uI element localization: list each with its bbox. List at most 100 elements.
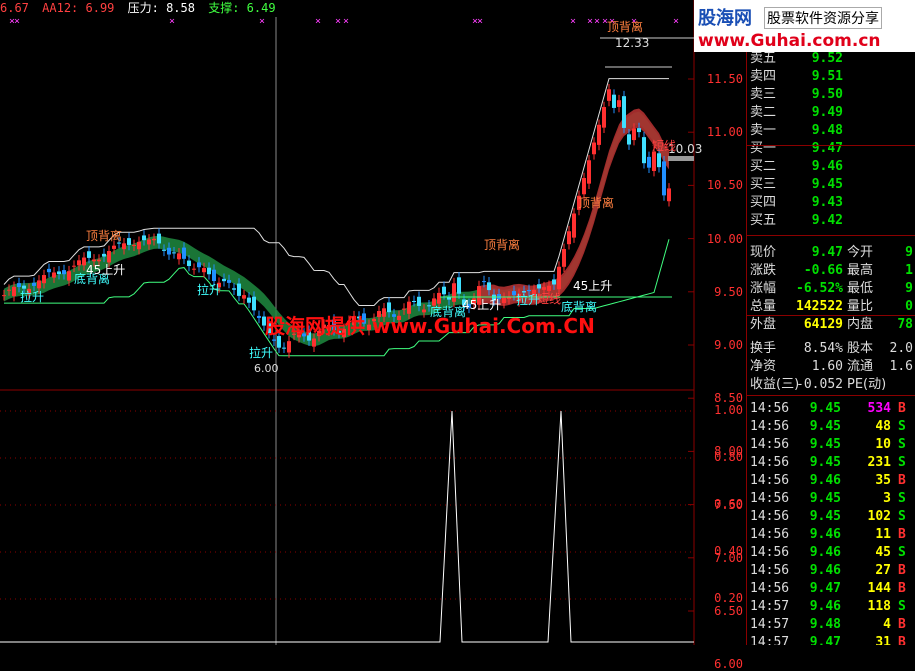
fund-label: 净资 xyxy=(750,359,777,374)
candle-body xyxy=(452,283,456,302)
price-tick: 9.00 xyxy=(714,338,743,352)
candle-body xyxy=(502,297,506,304)
candle-body xyxy=(32,282,36,286)
tick-price: 9.47 xyxy=(809,581,841,596)
candle-body xyxy=(42,275,46,284)
signal-rise45: 45上升 xyxy=(573,279,613,293)
tick-volume: 10 xyxy=(875,437,891,452)
book-label: 卖一 xyxy=(750,123,777,138)
quote-row: 涨幅 -6.52% 最低 9 xyxy=(747,280,915,298)
aa12-value: AA12: 6.99 xyxy=(42,1,115,15)
candle-body xyxy=(47,268,51,273)
bid-row[interactable]: 买四 9.43 xyxy=(747,194,915,212)
fund-label: 换手 xyxy=(750,341,777,356)
candle-body xyxy=(272,339,276,341)
quote-label: 现价 xyxy=(750,245,777,260)
fund-value2: 2.0 xyxy=(889,341,913,356)
tick-side: B xyxy=(898,617,906,632)
tick-side: S xyxy=(898,419,906,434)
tick-side: S xyxy=(898,455,906,470)
ask-row[interactable]: 卖二 9.49 xyxy=(747,104,915,122)
candle-body xyxy=(287,341,291,353)
candle-body xyxy=(232,288,236,290)
tick-time: 14:56 xyxy=(750,491,790,506)
candle-body xyxy=(62,270,66,275)
brand-url[interactable]: www.Guhai.com.cn xyxy=(698,31,881,51)
top-marker: × xyxy=(594,16,600,27)
quote-value: 9.47 xyxy=(811,245,843,260)
tick-side: B xyxy=(898,563,906,578)
fund-value2: 1.6 xyxy=(889,359,913,374)
candle-body xyxy=(207,267,211,275)
ask-row[interactable]: 卖五 9.52 xyxy=(747,50,915,68)
ask-row[interactable]: 卖四 9.51 xyxy=(747,68,915,86)
candle-body xyxy=(412,301,416,303)
low-price-label: 6.00 xyxy=(254,362,279,375)
candle-body xyxy=(282,347,286,349)
candle-body xyxy=(172,252,176,254)
tick-time: 14:56 xyxy=(750,509,790,524)
candle-body xyxy=(127,238,131,245)
bid-row[interactable]: 买三 9.45 xyxy=(747,176,915,194)
osc-tick: 0.60 xyxy=(714,497,743,511)
candle-body xyxy=(187,260,191,267)
bid-row[interactable]: 买五 9.42 xyxy=(747,212,915,230)
tick-price: 9.45 xyxy=(809,437,841,452)
osc-tick: 0.40 xyxy=(714,544,743,558)
tick-price: 9.45 xyxy=(809,401,841,416)
quote-row: 现价 9.47 今开 9 xyxy=(747,244,915,262)
ask-row[interactable]: 卖三 9.50 xyxy=(747,86,915,104)
fund-value: 1.60 xyxy=(811,359,843,374)
candle-body xyxy=(552,279,556,285)
candle-body xyxy=(592,142,596,155)
bid-row[interactable]: 买一 9.47 xyxy=(747,140,915,158)
tick-volume: 534 xyxy=(867,401,891,416)
top-marker: × xyxy=(315,16,321,27)
tick-price: 9.45 xyxy=(809,509,841,524)
top-marker: × xyxy=(673,16,679,27)
candle-body xyxy=(417,296,421,306)
top-marker: × xyxy=(14,16,20,27)
quote-label: 涨跌 xyxy=(750,263,777,278)
tick-price: 9.46 xyxy=(809,545,841,560)
price-tick: 10.00 xyxy=(706,231,743,246)
high-price-label: 12.33 xyxy=(615,36,650,50)
ma-value: 6.67 xyxy=(0,1,29,15)
tick-price: 9.45 xyxy=(809,455,841,470)
brand-banner[interactable]: 股海网 股票软件资源分享 www.Guhai.com.cn xyxy=(694,0,915,52)
tick-time: 14:57 xyxy=(750,599,790,614)
candle-body xyxy=(142,235,146,241)
ask-row[interactable]: 卖一 9.48 xyxy=(747,122,915,140)
quote-label: 涨幅 xyxy=(750,281,777,296)
candle-body xyxy=(487,282,491,291)
candle-body xyxy=(447,297,451,300)
quote-value2: 78 xyxy=(897,317,913,332)
candle-body xyxy=(152,238,156,241)
quote-label2: 最低 xyxy=(847,281,874,296)
tick-price: 9.46 xyxy=(809,527,841,542)
book-price: 9.43 xyxy=(811,195,843,210)
book-label: 买二 xyxy=(750,159,777,174)
candle-body xyxy=(252,296,256,311)
tick-time: 14:56 xyxy=(750,455,790,470)
fund-label2: 流通 xyxy=(847,359,874,374)
bid-row[interactable]: 买二 9.46 xyxy=(747,158,915,176)
tick-price: 9.48 xyxy=(809,617,841,632)
tick-side: B xyxy=(898,527,906,542)
quote-value: -6.52% xyxy=(796,281,843,296)
tick-row: 14:56 9.46 45 S xyxy=(747,544,915,562)
candle-body xyxy=(607,89,611,101)
quote-value: 64129 xyxy=(803,317,843,332)
fund-label2: PE(动) xyxy=(847,377,887,392)
tick-time: 14:56 xyxy=(750,581,790,596)
tick-side: S xyxy=(898,491,906,506)
top-marker: × xyxy=(259,16,265,27)
top-marker: × xyxy=(587,16,593,27)
candle-body xyxy=(247,297,251,303)
book-label: 卖三 xyxy=(750,87,777,102)
tick-row: 14:56 9.45 231 S xyxy=(747,454,915,472)
candle-body xyxy=(582,178,586,195)
quote-value2: 0 xyxy=(905,299,913,314)
candle-body xyxy=(87,251,91,258)
top-marker: × xyxy=(570,16,576,27)
